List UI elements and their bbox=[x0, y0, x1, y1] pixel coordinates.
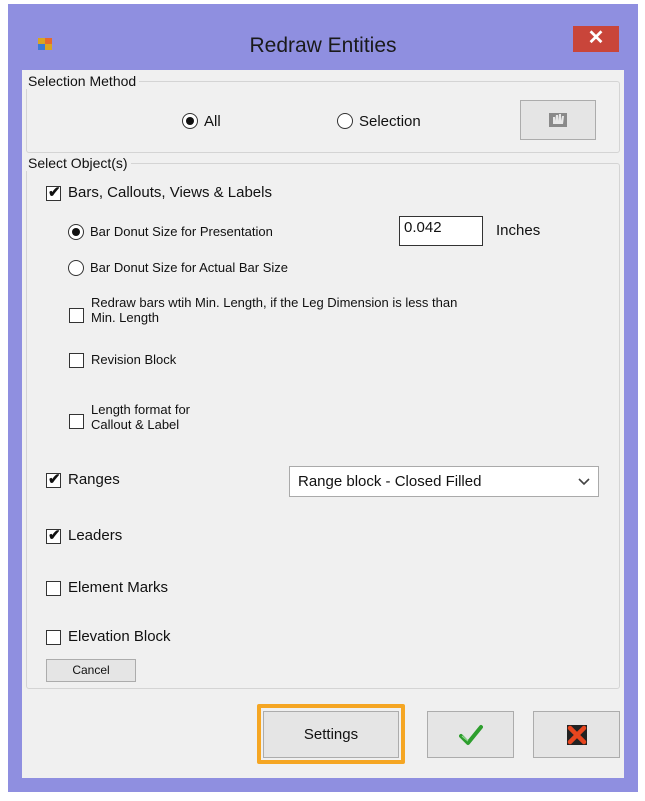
revision-block-checkbox[interactable] bbox=[69, 353, 84, 368]
check-icon bbox=[458, 725, 483, 745]
radio-selection-label[interactable]: Selection bbox=[359, 113, 421, 130]
ranges-label[interactable]: Ranges bbox=[68, 471, 120, 488]
close-button[interactable]: ✕ bbox=[573, 26, 619, 52]
dialog-window: Redraw Entities ✕ Selection Method All S… bbox=[8, 4, 638, 792]
x-icon bbox=[566, 725, 587, 745]
radio-selection[interactable] bbox=[337, 113, 353, 129]
redraw-min-length-label-line1[interactable]: Redraw bars wtih Min. Length, if the Leg… bbox=[91, 295, 457, 310]
select-objects-legend: Select Object(s) bbox=[25, 155, 131, 171]
selection-method-legend: Selection Method bbox=[25, 73, 140, 89]
bars-label[interactable]: Bars, Callouts, Views & Labels bbox=[68, 184, 272, 201]
bars-checkbox[interactable]: ✔ bbox=[46, 184, 61, 201]
title-bar[interactable]: Redraw Entities ✕ bbox=[8, 4, 638, 70]
length-format-checkbox[interactable] bbox=[69, 414, 84, 429]
radio-all[interactable] bbox=[182, 113, 198, 129]
donut-actual-label[interactable]: Bar Donut Size for Actual Bar Size bbox=[90, 260, 288, 275]
chevron-down-icon bbox=[578, 478, 590, 486]
radio-all-label[interactable]: All bbox=[204, 113, 221, 130]
range-style-select[interactable]: Range block - Closed Filled bbox=[289, 466, 599, 497]
window-title: Redraw Entities bbox=[249, 34, 397, 57]
pick-selection-button[interactable] bbox=[520, 100, 596, 140]
donut-unit-label: Inches bbox=[496, 222, 541, 239]
checkmark-icon: ✔ bbox=[48, 527, 61, 544]
element-marks-label[interactable]: Element Marks bbox=[68, 579, 168, 596]
donut-size-value: 0.042 bbox=[404, 219, 442, 236]
revision-block-label[interactable]: Revision Block bbox=[91, 352, 176, 367]
radio-selected-dot bbox=[72, 228, 80, 236]
elevation-block-checkbox[interactable] bbox=[46, 630, 61, 645]
redraw-min-length-checkbox[interactable] bbox=[69, 308, 84, 323]
checkmark-icon: ✔ bbox=[48, 184, 61, 201]
elevation-block-label[interactable]: Elevation Block bbox=[68, 628, 171, 645]
radio-selected-dot bbox=[186, 117, 194, 125]
close-icon: ✕ bbox=[587, 27, 605, 49]
ranges-checkbox[interactable]: ✔ bbox=[46, 471, 61, 488]
dialog-client-area: Selection Method All Selection Select Ob… bbox=[22, 70, 624, 778]
redraw-min-length-label-line2[interactable]: Min. Length bbox=[91, 310, 159, 325]
radio-donut-presentation[interactable] bbox=[68, 224, 84, 240]
cancel-button[interactable] bbox=[533, 711, 620, 758]
radio-donut-actual[interactable] bbox=[68, 260, 84, 276]
range-style-value: Range block - Closed Filled bbox=[298, 473, 482, 490]
donut-presentation-label[interactable]: Bar Donut Size for Presentation bbox=[90, 224, 273, 239]
checkmark-icon: ✔ bbox=[48, 471, 61, 488]
leaders-checkbox[interactable]: ✔ bbox=[46, 527, 61, 544]
donut-size-input[interactable]: 0.042 bbox=[399, 216, 483, 246]
length-format-label-line2[interactable]: Callout & Label bbox=[91, 417, 179, 432]
leaders-label[interactable]: Leaders bbox=[68, 527, 122, 544]
length-format-label-line1[interactable]: Length format for bbox=[91, 402, 190, 417]
settings-highlight bbox=[257, 704, 405, 764]
inner-cancel-button[interactable]: Cancel bbox=[46, 659, 136, 682]
element-marks-checkbox[interactable] bbox=[46, 581, 61, 596]
ok-button[interactable] bbox=[427, 711, 514, 758]
inner-cancel-label: Cancel bbox=[72, 663, 110, 677]
hand-select-icon bbox=[549, 113, 567, 127]
